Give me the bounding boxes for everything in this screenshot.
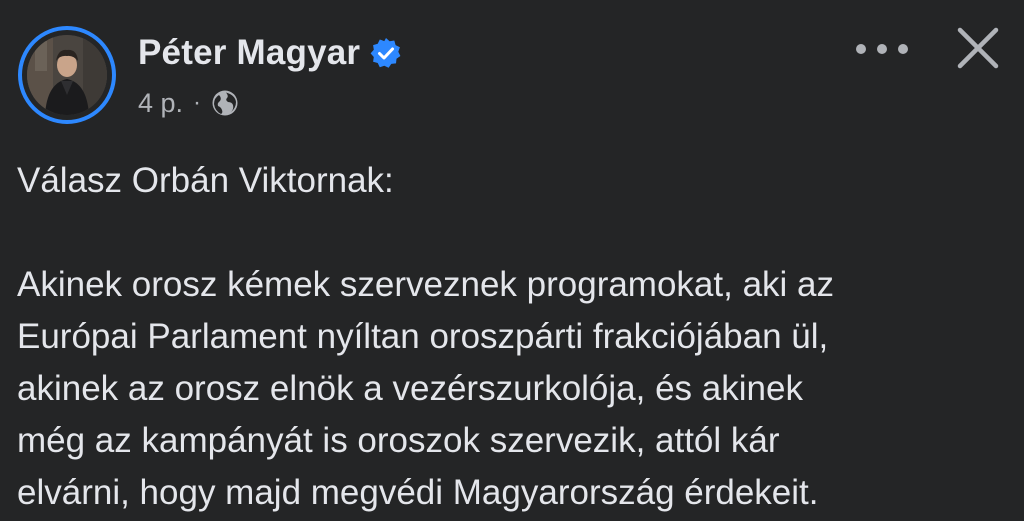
post-header: Péter Magyar 4 p. · (18, 26, 1008, 130)
dot-separator: · (193, 89, 202, 116)
post-title-line: Válasz Orbán Viktornak: (17, 161, 394, 200)
post-text-line: még az kampányát is oroszok szervezik, a… (17, 421, 780, 460)
post-timestamp[interactable]: 4 p. (138, 88, 183, 119)
avatar[interactable] (18, 26, 116, 124)
avatar-photo (27, 35, 107, 115)
post-text-line: Akinek orosz kémek szerveznek programoka… (17, 265, 834, 304)
post-text-line: akinek az orosz elnök a vezérszurkolója,… (17, 369, 803, 408)
more-dot (898, 44, 908, 54)
globe-icon[interactable] (211, 89, 239, 117)
author-name[interactable]: Péter Magyar (138, 33, 360, 73)
avatar-image (27, 35, 107, 115)
more-options-icon[interactable] (856, 34, 908, 64)
post-subinfo: 4 p. · (138, 86, 402, 120)
post-meta: Péter Magyar 4 p. · (138, 30, 402, 120)
post-text-line: Európai Parlament nyíltan oroszpárti fra… (17, 317, 829, 356)
more-dot (856, 44, 866, 54)
author-row: Péter Magyar (138, 30, 402, 76)
post-body: Válasz Orbán Viktornak: Akinek orosz kém… (17, 155, 1007, 519)
post-text-line: elvárni, hogy majd megvédi Magyarország … (17, 473, 819, 512)
close-icon[interactable] (954, 24, 1002, 72)
verified-badge-icon (370, 37, 402, 69)
facebook-post: Péter Magyar 4 p. · Válasz Orbán Viktorn… (0, 0, 1024, 521)
more-dot (877, 44, 887, 54)
